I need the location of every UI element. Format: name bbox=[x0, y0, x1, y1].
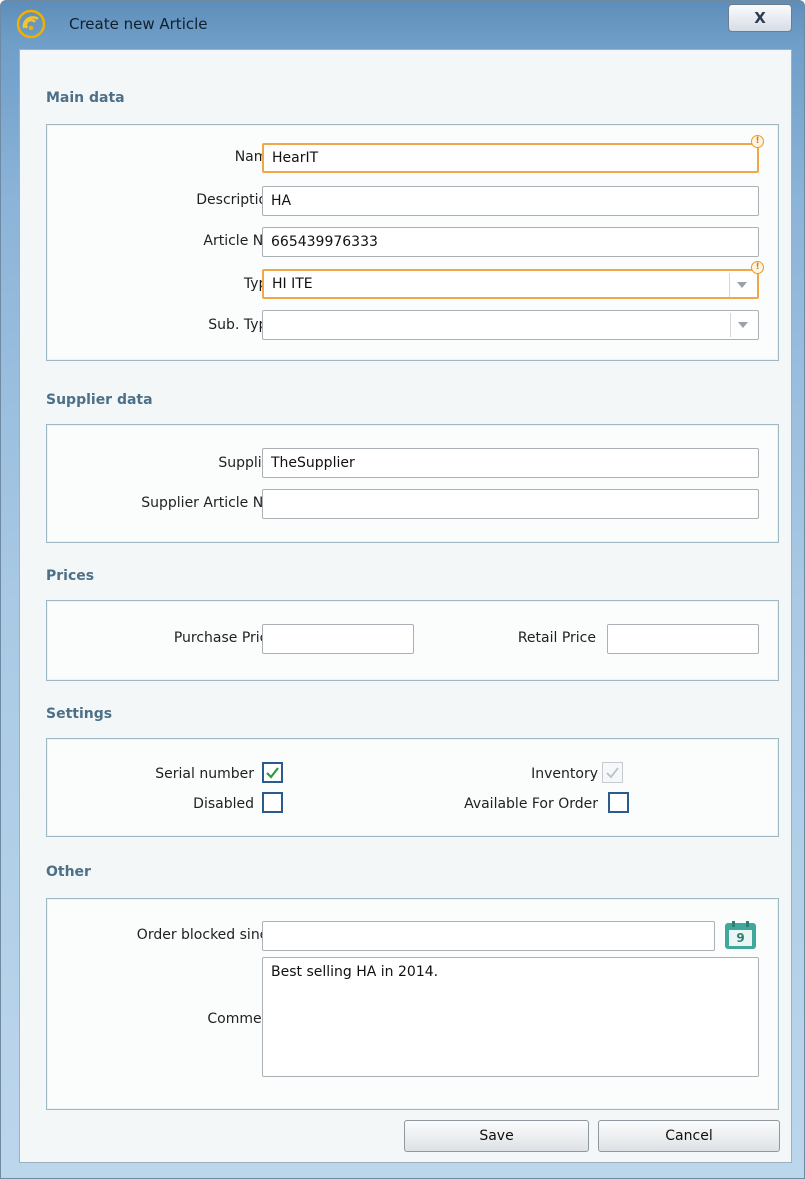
chevron-down-icon bbox=[737, 282, 747, 288]
available-for-order-checkbox[interactable] bbox=[608, 792, 629, 813]
save-button[interactable]: Save bbox=[404, 1120, 589, 1152]
other-group: Order blocked since 9 Comment Best selli… bbox=[46, 898, 779, 1110]
retail-price-label: Retail Price bbox=[517, 630, 596, 646]
main-data-header: Main data bbox=[46, 90, 125, 106]
purchase-price-input[interactable] bbox=[262, 624, 414, 654]
settings-group: Serial number Inventory Disabled Availab… bbox=[46, 738, 779, 837]
window-title: Create new Article bbox=[69, 15, 208, 33]
type-dropdown-button[interactable] bbox=[729, 273, 754, 297]
check-icon bbox=[266, 767, 279, 779]
chevron-down-icon bbox=[738, 322, 748, 328]
required-warning-icon: ! bbox=[751, 135, 764, 148]
name-value: HearIT bbox=[272, 150, 319, 166]
required-warning-icon: ! bbox=[751, 261, 764, 274]
supplier-data-group: Supplier TheSupplier Supplier Article No… bbox=[46, 424, 779, 543]
inventory-checkbox[interactable] bbox=[602, 762, 623, 783]
prices-header: Prices bbox=[46, 568, 95, 584]
article-no-input[interactable]: 665439976333 bbox=[262, 227, 759, 257]
comment-value: Best selling HA in 2014. bbox=[271, 964, 439, 980]
calendar-day-text: 9 bbox=[736, 931, 745, 945]
disabled-checkbox[interactable] bbox=[262, 792, 283, 813]
supplier-input[interactable]: TheSupplier bbox=[262, 448, 759, 478]
other-header: Other bbox=[46, 864, 91, 880]
retail-price-input[interactable] bbox=[607, 624, 759, 654]
supplier-article-no-input[interactable] bbox=[262, 489, 759, 519]
prices-group: Purchase Price Retail Price bbox=[46, 600, 779, 681]
dialog-content: Main data Name HearIT ! Description HA A… bbox=[19, 49, 792, 1163]
purchase-price-label: Purchase Price bbox=[173, 630, 276, 646]
title-bar: Create new Article X bbox=[1, 1, 804, 39]
supplier-value: TheSupplier bbox=[271, 455, 355, 471]
supplier-article-no-label: Supplier Article No. bbox=[141, 495, 276, 511]
type-value: HI ITE bbox=[272, 276, 313, 292]
supplier-data-header: Supplier data bbox=[46, 392, 153, 408]
description-value: HA bbox=[271, 193, 292, 209]
available-for-order-label: Available For Order bbox=[464, 796, 598, 812]
order-blocked-since-label: Order blocked since bbox=[136, 927, 276, 943]
article-no-value: 665439976333 bbox=[271, 234, 378, 250]
dialog-window: Create new Article X Main data Name Hear… bbox=[0, 0, 805, 1179]
sub-type-select[interactable] bbox=[262, 310, 759, 340]
order-blocked-since-input[interactable] bbox=[262, 921, 715, 951]
sub-type-dropdown-button[interactable] bbox=[730, 313, 755, 337]
settings-header: Settings bbox=[46, 706, 113, 722]
serial-number-label: Serial number bbox=[155, 766, 254, 782]
app-logo-icon bbox=[16, 9, 46, 39]
comment-textarea[interactable]: Best selling HA in 2014. bbox=[262, 957, 759, 1077]
close-button[interactable]: X bbox=[728, 4, 792, 32]
check-icon bbox=[606, 767, 619, 779]
close-icon: X bbox=[754, 9, 766, 27]
main-data-group: Name HearIT ! Description HA Article No.… bbox=[46, 124, 779, 361]
name-input[interactable]: HearIT bbox=[262, 143, 759, 173]
cancel-button[interactable]: Cancel bbox=[598, 1120, 780, 1152]
serial-number-checkbox[interactable] bbox=[262, 762, 283, 783]
type-select[interactable]: HI ITE bbox=[262, 269, 759, 299]
description-input[interactable]: HA bbox=[262, 186, 759, 216]
disabled-label: Disabled bbox=[193, 796, 254, 812]
inventory-label: Inventory bbox=[531, 766, 598, 782]
calendar-picker-button[interactable]: 9 bbox=[723, 921, 758, 951]
